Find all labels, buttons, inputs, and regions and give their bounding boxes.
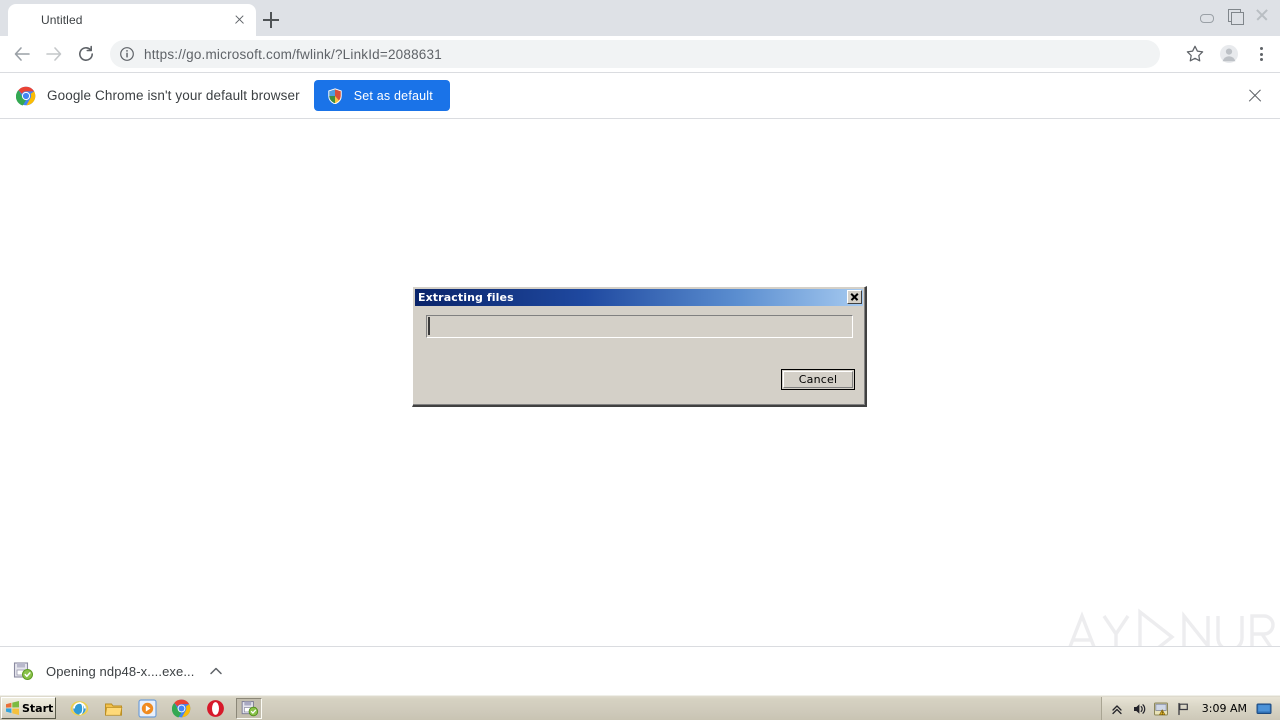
info-circle-icon[interactable]	[119, 46, 135, 62]
network-flag-icon[interactable]	[1175, 701, 1191, 717]
chevron-up-icon[interactable]	[207, 662, 225, 680]
reload-button[interactable]	[71, 39, 101, 69]
set-as-default-label: Set as default	[353, 88, 433, 103]
account-avatar-icon[interactable]	[1214, 39, 1244, 69]
screen: Untitled https://go.microsoft.com/fwlink…	[0, 0, 1280, 720]
new-tab-button[interactable]	[258, 7, 284, 33]
show-desktop-icon[interactable]	[1256, 701, 1272, 717]
cancel-button[interactable]: Cancel	[781, 369, 855, 390]
start-button-label: Start	[22, 701, 54, 715]
download-shelf: Opening ndp48-x....exe... Show all	[0, 646, 1280, 695]
extraction-progress-field	[426, 315, 853, 338]
windows-flag-icon	[5, 701, 20, 715]
show-hidden-icons-chevron[interactable]	[1109, 701, 1125, 717]
dialog-close-button[interactable]	[847, 290, 862, 304]
infobar-close-icon[interactable]	[1246, 87, 1264, 105]
cancel-button-label: Cancel	[798, 373, 838, 386]
dialog-title: Extracting files	[418, 291, 514, 304]
google-chrome-icon[interactable]	[171, 699, 191, 718]
download-item[interactable]: Opening ndp48-x....exe...	[12, 653, 225, 689]
folder-icon[interactable]	[104, 699, 123, 718]
taskbar-clock[interactable]: 3:09 AM	[1202, 702, 1247, 715]
security-alert-icon[interactable]	[1153, 701, 1169, 717]
restore-icon[interactable]	[1220, 3, 1248, 27]
infobar-message: Google Chrome isn't your default browser	[47, 88, 300, 103]
browser-tab[interactable]: Untitled	[8, 4, 256, 36]
toolbar-right-icons	[1176, 39, 1274, 69]
forward-button[interactable]	[39, 39, 69, 69]
extracting-files-dialog: Extracting files Cancel	[412, 286, 867, 407]
close-window-icon[interactable]	[1248, 3, 1276, 27]
opera-icon[interactable]	[206, 699, 225, 718]
address-bar[interactable]: https://go.microsoft.com/fwlink/?LinkId=…	[110, 40, 1160, 68]
installer-file-icon	[12, 660, 34, 682]
tab-title: Untitled	[41, 13, 83, 27]
taskbar-active-task-installer[interactable]	[236, 698, 262, 719]
media-player-icon[interactable]	[138, 699, 157, 718]
start-button[interactable]: Start	[1, 697, 56, 719]
system-tray: 3:09 AM	[1100, 697, 1280, 720]
windows-shield-icon	[327, 87, 343, 104]
window-controls	[1192, 0, 1276, 30]
browser-tab-strip: Untitled	[0, 0, 1280, 36]
set-as-default-button[interactable]: Set as default	[313, 80, 450, 111]
three-dots-menu-icon[interactable]	[1248, 39, 1274, 69]
internet-explorer-icon[interactable]	[70, 699, 89, 718]
download-item-label: Opening ndp48-x....exe...	[46, 663, 195, 679]
tab-close-icon[interactable]	[232, 12, 248, 28]
browser-toolbar: https://go.microsoft.com/fwlink/?LinkId=…	[0, 36, 1280, 73]
address-bar-url: https://go.microsoft.com/fwlink/?LinkId=…	[144, 46, 442, 62]
minimize-icon[interactable]	[1192, 3, 1220, 27]
volume-icon[interactable]	[1131, 701, 1147, 717]
chrome-logo-icon	[15, 86, 36, 106]
default-browser-infobar: Google Chrome isn't your default browser…	[0, 73, 1280, 119]
bookmark-star-icon[interactable]	[1180, 39, 1210, 69]
progress-caret	[428, 317, 430, 335]
back-button[interactable]	[7, 39, 37, 69]
dialog-title-bar[interactable]: Extracting files	[415, 289, 863, 306]
windows-taskbar: Start 3:09 AM	[0, 695, 1280, 720]
